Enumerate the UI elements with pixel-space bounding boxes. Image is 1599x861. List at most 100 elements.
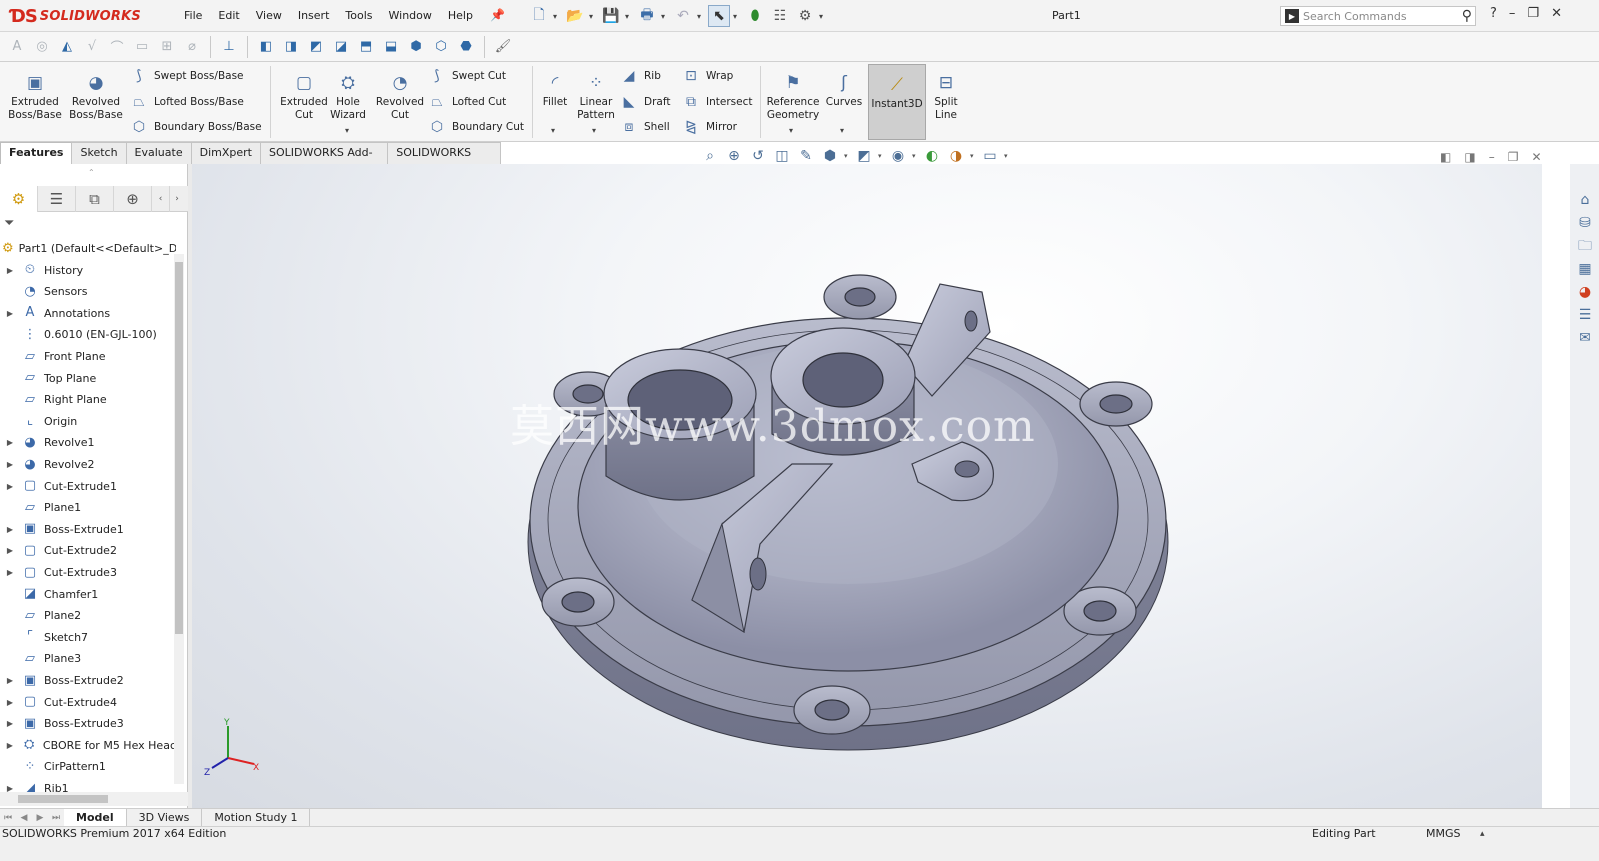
tab-motion-study[interactable]: Motion Study 1: [202, 808, 311, 827]
tree-item[interactable]: ▶ ▣ Boss-Extrude2: [0, 670, 176, 691]
view-right-icon[interactable]: ◪: [330, 36, 352, 58]
search-scope-icon[interactable]: ▶: [1285, 9, 1299, 23]
expand-arrow-icon[interactable]: ▶: [4, 482, 16, 491]
tree-item[interactable]: ▱ Front Plane: [0, 346, 176, 367]
tree-item[interactable]: ⁘ CirPattern1: [0, 756, 176, 777]
view-isometric-icon[interactable]: ⬢: [405, 36, 427, 58]
view-orientation-dropdown-icon[interactable]: ▾: [844, 152, 850, 160]
tab-mbd[interactable]: SOLIDWORKS MBD: [387, 142, 501, 179]
tree-item[interactable]: ⌞ Origin: [0, 411, 176, 432]
dimxpert-manager-tab-icon[interactable]: ⊕: [114, 185, 152, 212]
filter-icon[interactable]: ⏷: [4, 216, 14, 231]
open-icon[interactable]: 📂: [564, 5, 586, 27]
tab-sketch[interactable]: Sketch: [71, 142, 127, 164]
boundary-cut-button[interactable]: ⬡ Boundary Cut: [428, 116, 524, 138]
undo-icon[interactable]: ↶: [672, 5, 694, 27]
next-tab-icon[interactable]: ▶: [32, 813, 48, 823]
solidworks-logo[interactable]: ƊS SOLIDWORKS: [10, 4, 141, 28]
view-orientation-icon[interactable]: ⬢: [820, 146, 840, 166]
hide-show-items-icon[interactable]: ◉: [888, 146, 908, 166]
tree-item[interactable]: ⌜ Sketch7: [0, 627, 176, 648]
boundary-boss-button[interactable]: ⬡ Boundary Boss/Base: [130, 116, 262, 138]
edit-appearance-icon[interactable]: ◐: [922, 146, 942, 166]
geometric-tolerance-icon[interactable]: ⊞: [156, 36, 178, 58]
expand-arrow-icon[interactable]: ▶: [4, 266, 16, 275]
dynamic-annotation-icon[interactable]: ✎: [796, 146, 816, 166]
tree-scroll-thumb[interactable]: [175, 262, 183, 634]
view-trimetric-icon[interactable]: ⬡: [430, 36, 452, 58]
unit-system-dropdown-icon[interactable]: ▴: [1480, 826, 1485, 842]
expand-arrow-icon[interactable]: ▶: [4, 741, 16, 750]
view-settings-icon[interactable]: ▭: [980, 146, 1000, 166]
fillet-dropdown-icon[interactable]: ▾: [551, 126, 555, 135]
tree-item[interactable]: ▶ ▣ Boss-Extrude1: [0, 519, 176, 540]
tree-item[interactable]: ▱ Top Plane: [0, 368, 176, 389]
tab-3d-views[interactable]: 3D Views: [127, 808, 203, 827]
tree-item[interactable]: ▶ ▢ Cut-Extrude2: [0, 540, 176, 561]
viewport-restore-icon[interactable]: ❐: [1508, 150, 1519, 164]
options-dropdown-icon[interactable]: ▾: [819, 12, 827, 21]
options-gear-icon[interactable]: ⚙: [794, 5, 816, 27]
shell-button[interactable]: ⧈ Shell: [620, 116, 670, 138]
rib-button[interactable]: ◢ Rib: [620, 65, 661, 87]
expand-arrow-icon[interactable]: ▶: [4, 698, 16, 707]
instant3d-button[interactable]: ⟋ Instant3D: [868, 64, 926, 140]
hole-wizard-button[interactable]: ⛭ Hole Wizard: [326, 68, 370, 132]
tree-item[interactable]: ▱ Plane3: [0, 648, 176, 669]
menu-tools[interactable]: Tools: [337, 8, 380, 24]
tree-item[interactable]: ▶ ◕ Revolve1: [0, 432, 176, 453]
format-painter-icon[interactable]: 🖌: [492, 36, 514, 58]
tree-item[interactable]: ▶ ◕ Revolve2: [0, 454, 176, 475]
tree-root-part[interactable]: ⚙ Part1 (Default<<Default>_D: [0, 238, 176, 259]
section-view-icon[interactable]: ◫: [772, 146, 792, 166]
expand-arrow-icon[interactable]: ▶: [4, 719, 16, 728]
tree-item[interactable]: ⋮ 0.6010 (EN-GJL-100): [0, 324, 176, 345]
panel-scroll-right-icon[interactable]: ›: [170, 186, 184, 212]
tree-item[interactable]: ▱ Plane2: [0, 605, 176, 626]
curves-button[interactable]: ʃ Curves: [824, 68, 864, 132]
appearances-icon[interactable]: ◕: [1574, 282, 1596, 303]
panel-collapse-icon[interactable]: ⌃: [88, 168, 95, 177]
tree-item[interactable]: ◔ Sensors: [0, 281, 176, 302]
graphics-area[interactable]: Y X Z: [192, 164, 1542, 812]
select-cursor-icon[interactable]: ⬉: [708, 5, 730, 27]
linear-pattern-button[interactable]: ⁘ Linear Pattern: [574, 68, 618, 132]
restore-icon[interactable]: ❐: [1527, 6, 1539, 21]
datum-feature-icon[interactable]: ▭: [131, 36, 153, 58]
menu-edit[interactable]: Edit: [210, 8, 247, 24]
menu-help[interactable]: Help: [440, 8, 481, 24]
previous-view-icon[interactable]: ↺: [748, 146, 768, 166]
view-settings-dropdown-icon[interactable]: ▾: [1004, 152, 1010, 160]
expand-arrow-icon[interactable]: ▶: [4, 676, 16, 685]
menu-window[interactable]: Window: [381, 8, 440, 24]
save-icon[interactable]: 💾: [600, 5, 622, 27]
minimize-icon[interactable]: –: [1509, 6, 1516, 21]
tab-addins[interactable]: SOLIDWORKS Add-Ins: [259, 142, 389, 179]
last-tab-icon[interactable]: ⏭: [48, 813, 64, 823]
view-palette-icon[interactable]: ▦: [1574, 259, 1596, 280]
lofted-cut-button[interactable]: ⏢ Lofted Cut: [428, 91, 506, 113]
tab-dimxpert[interactable]: DimXpert: [190, 142, 261, 164]
expand-arrow-icon[interactable]: ▶: [4, 460, 16, 469]
tree-item[interactable]: ▱ Right Plane: [0, 389, 176, 410]
expand-arrow-icon[interactable]: ▶: [4, 525, 16, 534]
tree-item[interactable]: ▶ ⛭ CBORE for M5 Hex Heac: [0, 735, 176, 756]
hole-wizard-dropdown-icon[interactable]: ▾: [345, 126, 349, 135]
display-style-icon[interactable]: ◩: [854, 146, 874, 166]
tree-item[interactable]: ▶ ▣ Boss-Extrude3: [0, 713, 176, 734]
tab-model[interactable]: Model: [64, 808, 127, 827]
reference-geometry-button[interactable]: ⚑ Reference Geometry: [764, 68, 822, 132]
feature-manager-tab-icon[interactable]: ⚙: [0, 185, 38, 212]
intersect-button[interactable]: ⧉ Intersect: [682, 91, 752, 113]
tree-item[interactable]: ◪ Chamfer1: [0, 584, 176, 605]
linear-pattern-dropdown-icon[interactable]: ▾: [592, 126, 596, 135]
zoom-to-fit-icon[interactable]: ⌕: [700, 146, 720, 166]
viewport-close-icon[interactable]: ✕: [1531, 150, 1541, 164]
help-icon[interactable]: ?: [1490, 6, 1497, 21]
prev-tab-icon[interactable]: ◀: [16, 813, 32, 823]
save-dropdown-icon[interactable]: ▾: [625, 12, 633, 21]
hide-show-dropdown-icon[interactable]: ▾: [912, 152, 918, 160]
expand-arrow-icon[interactable]: ▶: [4, 309, 16, 318]
hole-callout-icon[interactable]: ⌀: [181, 36, 203, 58]
rebuild-icon[interactable]: ⬮: [744, 5, 766, 27]
